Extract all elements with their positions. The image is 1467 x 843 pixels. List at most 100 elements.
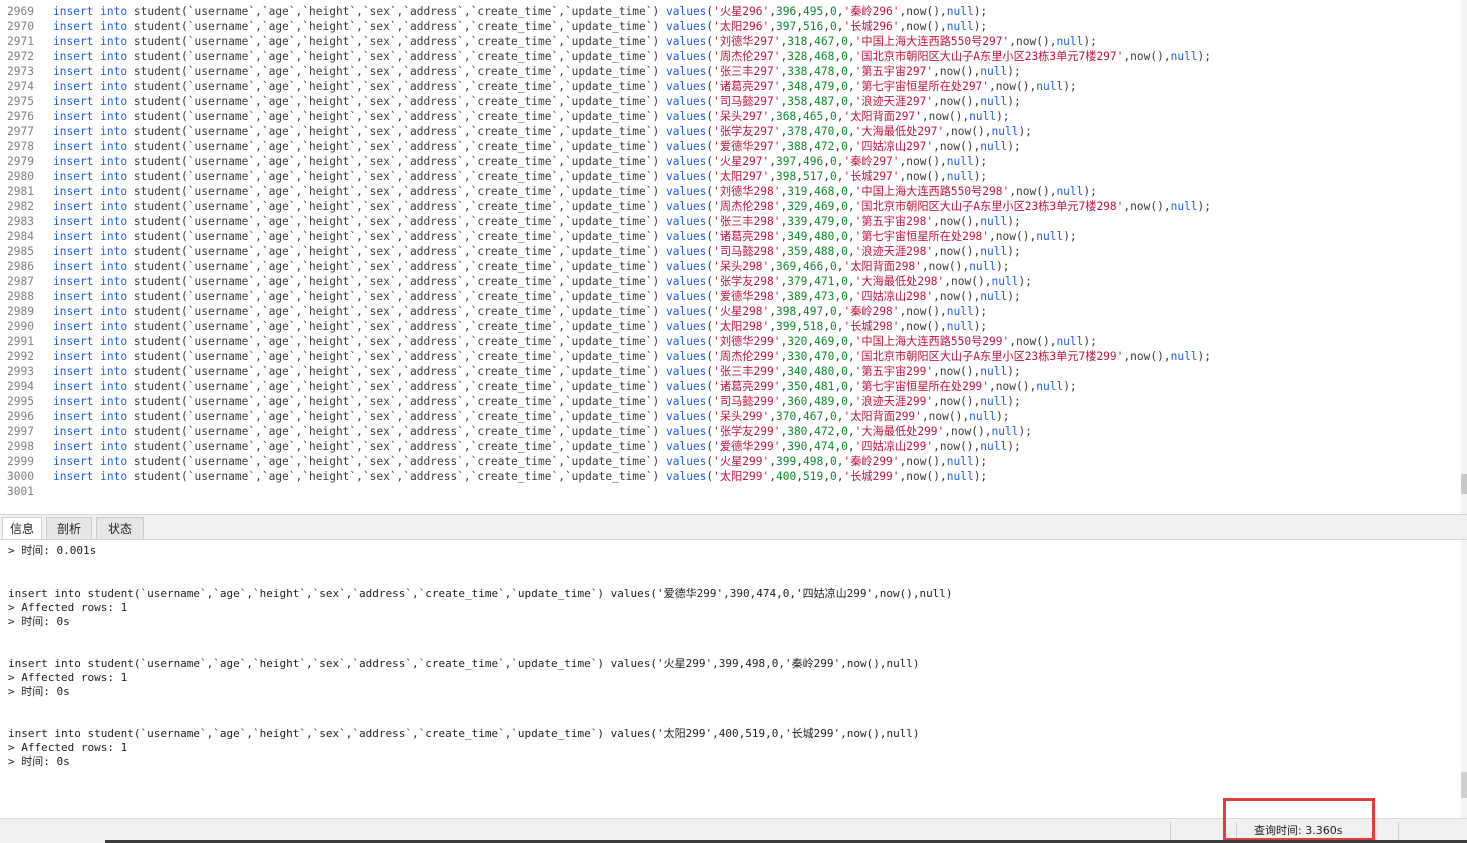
keyword-into: into xyxy=(100,395,128,408)
keyword-insert: insert xyxy=(53,470,94,483)
quote: ' xyxy=(713,425,720,438)
quote: ' xyxy=(713,350,720,363)
value-username: 周杰伦299 xyxy=(719,350,774,363)
value-username: 诸葛亮298 xyxy=(719,230,774,243)
line-number: 2995 xyxy=(7,395,34,408)
code-line[interactable]: 2981 insert into student(`username`,`age`… xyxy=(0,184,1460,199)
keyword-into: into xyxy=(100,245,128,258)
code-line[interactable]: 2997 insert into student(`username`,`age`… xyxy=(0,424,1460,439)
code-line[interactable]: 2976 insert into student(`username`,`age`… xyxy=(0,109,1460,124)
code-line[interactable]: 2993 insert into student(`username`,`age`… xyxy=(0,364,1460,379)
value-null: null xyxy=(980,365,1008,378)
code-line[interactable]: 2988 insert into student(`username`,`age`… xyxy=(0,289,1460,304)
code-line[interactable]: 2986 insert into student(`username`,`age`… xyxy=(0,259,1460,274)
tab-status[interactable]: 状态 xyxy=(96,517,144,539)
value-sex: 0 xyxy=(829,20,837,33)
tab-profile[interactable]: 剖析 xyxy=(46,517,92,539)
editor-scrollbar-thumb[interactable] xyxy=(1461,474,1467,494)
code-line[interactable]: 2969 insert into student(`username`,`age`… xyxy=(0,4,1460,19)
code-line[interactable]: 2979 insert into student(`username`,`age`… xyxy=(0,154,1460,169)
code-line[interactable]: 2973 insert into student(`username`,`age`… xyxy=(0,64,1460,79)
code-line[interactable]: 2983 insert into student(`username`,`age`… xyxy=(0,214,1460,229)
punct: , xyxy=(847,290,855,303)
code-line[interactable]: 2998 insert into student(`username`,`age`… xyxy=(0,439,1460,454)
line-number: 3001 xyxy=(7,485,34,498)
line-number: 2989 xyxy=(7,305,34,318)
value-age: 330 xyxy=(787,350,808,363)
value-age: 399 xyxy=(776,320,797,333)
editor-scrollbar[interactable] xyxy=(1461,0,1467,514)
code-line[interactable]: 2990 insert into student(`username`,`age`… xyxy=(0,319,1460,334)
value-height: 465 xyxy=(802,110,824,123)
code-line[interactable]: 2987 insert into student(`username`,`age`… xyxy=(0,274,1460,289)
punct: , xyxy=(989,80,996,93)
punct: , xyxy=(823,410,830,423)
keyword-values: values xyxy=(666,275,707,288)
value-address: 中国上海大连西路550号297 xyxy=(861,35,1003,48)
sql-editor[interactable]: 2969 insert into student(`username`,`age`… xyxy=(0,0,1467,514)
keyword-values: values xyxy=(666,5,707,18)
value-height: 469 xyxy=(814,200,835,213)
punct: , xyxy=(823,170,830,183)
value-address: 四姑凉山297 xyxy=(861,140,927,153)
code-line[interactable]: 2970 insert into student(`username`,`age`… xyxy=(0,19,1460,34)
value-username: 呆头299 xyxy=(719,410,763,423)
value-age: 339 xyxy=(787,215,808,228)
code-line[interactable]: 2985 insert into student(`username`,`age`… xyxy=(0,244,1460,259)
quote: ' xyxy=(713,65,720,78)
code-line[interactable]: 2972 insert into student(`username`,`age`… xyxy=(0,49,1460,64)
punct: , xyxy=(823,305,830,318)
code-line[interactable]: 2999 insert into student(`username`,`age`… xyxy=(0,454,1460,469)
punct: , xyxy=(847,65,855,78)
code-line[interactable]: 2984 insert into student(`username`,`age`… xyxy=(0,229,1460,244)
code-line[interactable]: 2971 insert into student(`username`,`age`… xyxy=(0,34,1460,49)
keyword-into: into xyxy=(100,35,128,48)
punct: ); xyxy=(1007,65,1021,78)
punct: , xyxy=(823,5,830,18)
quote: ' xyxy=(713,305,720,318)
tab-info[interactable]: 信息 xyxy=(2,517,42,539)
value-height: 480 xyxy=(814,365,835,378)
value-null: null xyxy=(969,110,997,123)
value-now: now() xyxy=(951,425,985,438)
value-username: 张三丰298 xyxy=(719,215,774,228)
value-now: now() xyxy=(939,365,974,378)
value-username: 司马懿297 xyxy=(719,95,774,108)
output-scrollbar-thumb[interactable] xyxy=(1461,772,1467,798)
code-line-empty[interactable]: 3001 xyxy=(0,484,1460,499)
code-line[interactable]: 2974 insert into student(`username`,`age`… xyxy=(0,79,1460,94)
code-line[interactable]: 2978 insert into student(`username`,`age`… xyxy=(0,139,1460,154)
punct: , xyxy=(823,470,830,483)
code-line[interactable]: 2994 insert into student(`username`,`age`… xyxy=(0,379,1460,394)
keyword-values: values xyxy=(666,230,707,243)
code-line[interactable]: 2991 insert into student(`username`,`age`… xyxy=(0,334,1460,349)
output-scrollbar[interactable] xyxy=(1461,540,1467,818)
punct: , xyxy=(823,455,830,468)
code-line[interactable]: 3000 insert into student(`username`,`age`… xyxy=(0,469,1460,484)
keyword-into: into xyxy=(100,260,128,273)
code-line[interactable]: 2977 insert into student(`username`,`age`… xyxy=(0,124,1460,139)
code-line[interactable]: 2982 insert into student(`username`,`age`… xyxy=(0,199,1460,214)
value-null: null xyxy=(980,140,1008,153)
value-username: 爱德华297 xyxy=(719,140,774,153)
table-columns: student(`username`,`age`,`height`,`sex`,… xyxy=(133,80,660,93)
value-sex: 0 xyxy=(841,275,848,288)
punct: ); xyxy=(1197,350,1212,363)
code-line[interactable]: 2975 insert into student(`username`,`age`… xyxy=(0,94,1460,109)
quote: ' xyxy=(892,305,900,318)
value-username: 诸葛亮297 xyxy=(719,80,774,93)
code-line[interactable]: 2995 insert into student(`username`,`age`… xyxy=(0,394,1460,409)
code-line[interactable]: 2989 insert into student(`username`,`age`… xyxy=(0,304,1460,319)
code-line[interactable]: 2980 insert into student(`username`,`age`… xyxy=(0,169,1460,184)
line-number: 2976 xyxy=(7,110,34,123)
keyword-values: values xyxy=(666,425,707,438)
line-number: 2986 xyxy=(7,260,34,273)
quote: ' xyxy=(713,170,720,183)
value-username: 火星296 xyxy=(719,5,763,18)
keyword-values: values xyxy=(666,65,707,78)
table-columns: student(`username`,`age`,`height`,`sex`,… xyxy=(133,5,660,18)
code-line[interactable]: 2996 insert into student(`username`,`age`… xyxy=(0,409,1460,424)
code-line[interactable]: 2992 insert into student(`username`,`age`… xyxy=(0,349,1460,364)
